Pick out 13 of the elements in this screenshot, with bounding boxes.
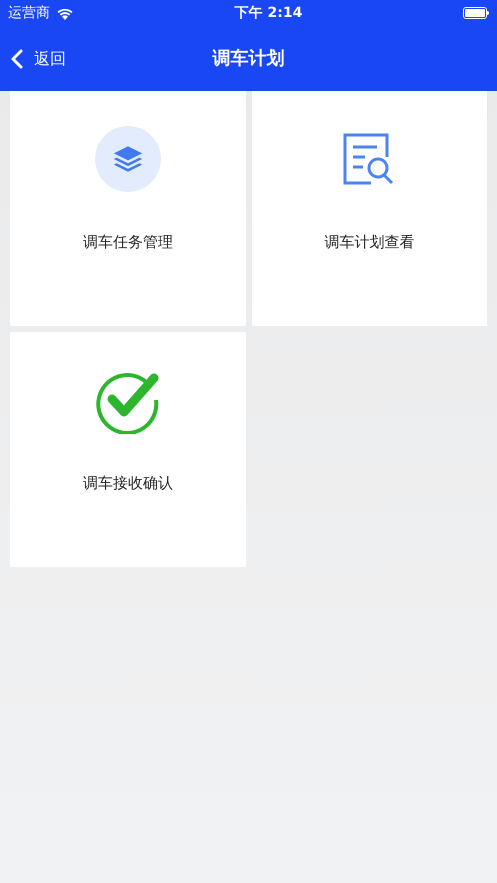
back-chevron-icon <box>10 48 24 70</box>
status-time: 下午 2:14 <box>234 4 302 22</box>
tile-label: 调车计划查看 <box>324 232 414 253</box>
back-button[interactable]: 返回 <box>0 46 66 70</box>
wifi-icon <box>56 6 74 20</box>
tile-label: 调车接收确认 <box>82 473 173 494</box>
menu-tile[interactable]: 调车接收确认 <box>10 332 246 567</box>
tile-label: 调车任务管理 <box>82 232 173 253</box>
carrier-label: 运营商 <box>8 4 50 22</box>
menu-tile[interactable]: 调车计划查看 <box>252 91 487 326</box>
battery-icon <box>462 7 489 19</box>
menu-tile[interactable]: 调车任务管理 <box>10 91 246 326</box>
page-title: 调车计划 <box>212 47 284 71</box>
